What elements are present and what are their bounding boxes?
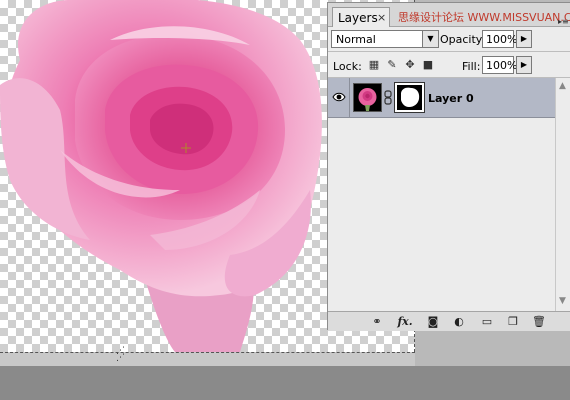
status-area bbox=[0, 366, 570, 400]
canvas-edge-bottom bbox=[0, 352, 415, 353]
eye-icon bbox=[332, 92, 346, 102]
layer-list-scrollbar[interactable]: ▲ ▼ bbox=[555, 78, 570, 311]
scroll-down-arrow-icon[interactable]: ▼ bbox=[559, 296, 566, 306]
add-layer-mask-icon[interactable]: ◙ bbox=[424, 314, 442, 330]
tab-layers-label: Layers bbox=[338, 11, 378, 25]
opacity-slider-arrow-icon[interactable]: ▶ bbox=[516, 30, 532, 48]
layer-list: Layer 0 bbox=[328, 78, 555, 311]
opacity-input[interactable]: 100% bbox=[482, 30, 517, 48]
close-icon[interactable]: × bbox=[377, 11, 386, 24]
lock-position-icon[interactable]: ✥ bbox=[402, 57, 418, 73]
tab-layers[interactable]: Layers × bbox=[332, 7, 390, 27]
layers-panel: Layers × 思缘设计论坛 WWW.MISSVUAN.COM ▸≡ Norm… bbox=[327, 2, 570, 331]
layer-style-fx-button[interactable]: fx. bbox=[394, 314, 416, 330]
layer-thumbnail[interactable] bbox=[353, 83, 382, 112]
lock-all-icon[interactable]: ■ bbox=[420, 57, 436, 73]
watermark-text: 思缘设计论坛 WWW.MISSVUAN.COM bbox=[398, 11, 570, 24]
divider bbox=[328, 51, 570, 52]
delete-layer-icon[interactable]: 🗑 bbox=[530, 314, 548, 330]
layer-row[interactable]: Layer 0 bbox=[328, 78, 555, 118]
chain-link-icon[interactable] bbox=[384, 90, 392, 105]
visibility-toggle[interactable] bbox=[328, 78, 350, 118]
fill-input[interactable]: 100% bbox=[482, 56, 517, 74]
chevron-down-icon[interactable]: ▼ bbox=[422, 30, 439, 48]
new-layer-icon[interactable]: ❐ bbox=[504, 314, 522, 330]
fill-label: Fill: bbox=[462, 60, 481, 73]
mask-shape-icon bbox=[401, 87, 420, 107]
link-layers-icon[interactable]: ⚭ bbox=[368, 314, 386, 330]
blend-mode-value: Normal bbox=[336, 33, 376, 46]
rose-thumbnail-icon bbox=[358, 88, 377, 111]
scroll-up-arrow-icon[interactable]: ▲ bbox=[559, 81, 566, 91]
new-group-icon[interactable]: ▭ bbox=[478, 314, 496, 330]
blend-mode-select[interactable]: Normal ▼ bbox=[331, 30, 439, 48]
layer-mask-thumbnail[interactable] bbox=[394, 82, 425, 113]
crosshair-cursor-icon bbox=[181, 143, 191, 153]
lock-transparent-pixels-icon[interactable]: ▦ bbox=[366, 57, 382, 73]
lock-label: Lock: bbox=[333, 60, 362, 73]
opacity-label: Opacity: bbox=[440, 33, 486, 46]
resize-grip-icon[interactable]: ⋰ ⋰ bbox=[116, 347, 126, 363]
layer-name[interactable]: Layer 0 bbox=[428, 92, 474, 105]
panel-tab-bar: Layers × 思缘设计论坛 WWW.MISSVUAN.COM ▸≡ bbox=[328, 3, 570, 27]
fill-slider-arrow-icon[interactable]: ▶ bbox=[516, 56, 532, 74]
lock-image-pixels-icon[interactable]: ✎ bbox=[384, 57, 400, 73]
adjustment-layer-icon[interactable]: ◐ bbox=[450, 314, 468, 330]
layers-panel-toolbar: ⚭ fx. ◙ ◐ ▭ ❐ 🗑 bbox=[328, 311, 570, 331]
panel-menu-icon[interactable]: ▸≡ bbox=[558, 17, 569, 26]
